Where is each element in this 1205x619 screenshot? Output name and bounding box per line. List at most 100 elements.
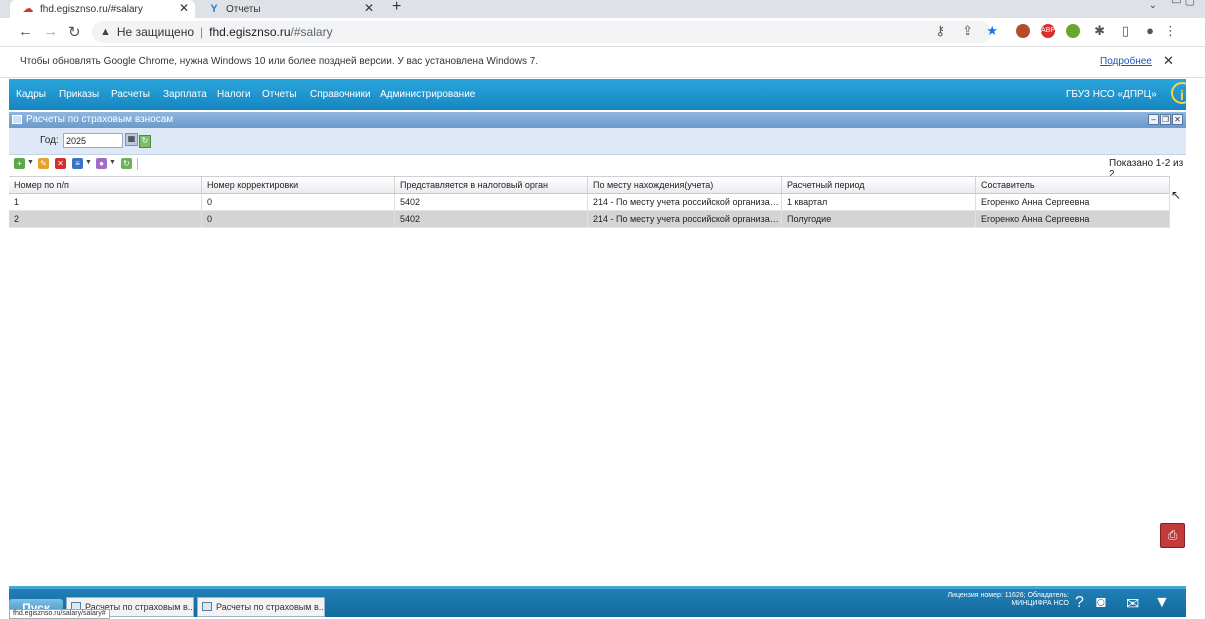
cell-number: 1 (9, 194, 202, 210)
app-menu-bar: Кадры Приказы Расчеты Зарплата Налоги От… (9, 79, 1193, 110)
menu-item-administration[interactable]: Администрирование (380, 89, 475, 100)
chevron-down-icon[interactable]: ▼ (27, 159, 34, 166)
cell-period: Полугодие (782, 211, 976, 227)
column-header[interactable]: По месту нахождения(учета) (588, 177, 782, 193)
print-icon[interactable]: ≡ (72, 158, 83, 169)
panel-header: Расчеты по страховым взносам – ❐ ✕ (9, 112, 1186, 128)
key-icon[interactable]: ⚷ (935, 23, 945, 39)
cell-author: Егоренко Анна Сергеевна (976, 194, 1170, 210)
window-icon (12, 115, 22, 124)
refresh-icon[interactable]: ↻ (121, 158, 132, 169)
window-icon (202, 602, 212, 611)
menu-item-reports[interactable]: Отчеты (262, 89, 297, 100)
delete-icon[interactable]: ✕ (55, 158, 66, 169)
column-header[interactable]: Расчетный период (782, 177, 976, 193)
restore-icon[interactable]: ❐ (1160, 114, 1171, 125)
cell-location: 214 - По месту учета российской организа… (588, 211, 782, 227)
menu-item-taxes[interactable]: Налоги (217, 89, 251, 100)
extension-icon[interactable] (1016, 24, 1030, 38)
grid-header: Номер по п/п Номер корректировки Предста… (9, 176, 1170, 194)
update-infobar: Чтобы обновлять Google Chrome, нужна Win… (0, 47, 1205, 78)
infobar-more-link[interactable]: Подробнее (1100, 56, 1152, 67)
tab-reports[interactable]: Y Отчеты ✕ (200, 0, 380, 18)
menu-item-hr[interactable]: Кадры (16, 89, 46, 100)
panel-title: Расчеты по страховым взносам (26, 114, 174, 125)
taskbar-window-label: Расчеты по страховым в... (216, 602, 325, 612)
contributions-grid: Номер по п/п Номер корректировки Предста… (9, 176, 1170, 228)
reload-icon[interactable]: ↻ (68, 23, 81, 41)
extension-icon[interactable] (1066, 24, 1080, 38)
page-scroll-gutter (1186, 79, 1205, 617)
kebab-menu-icon[interactable]: ⋮ (1164, 23, 1177, 39)
year-input[interactable]: 2025 (63, 133, 123, 148)
table-row[interactable]: 1 0 5402 214 - По месту учета российской… (9, 194, 1170, 211)
tab-title: Отчеты (226, 3, 261, 15)
calendar-icon[interactable]: ▦ (125, 133, 138, 146)
taskbar-window[interactable]: Расчеты по страховым в... (197, 597, 325, 617)
puzzle-icon[interactable]: ✱ (1094, 23, 1105, 39)
abp-icon[interactable]: ABP (1041, 24, 1055, 38)
url-field[interactable]: ▲ Не защищено | fhd.egisznso.ru /#salary (92, 21, 992, 43)
cell-number: 2 (9, 211, 202, 227)
column-header[interactable]: Составитель (976, 177, 1170, 193)
profile-icon[interactable]: ● (1146, 23, 1154, 38)
mail-icon[interactable]: ✉ (1126, 594, 1139, 614)
window-controls[interactable]: ▭ ▢ (1171, 0, 1195, 7)
url-path: /#salary (290, 25, 333, 39)
security-status: Не защищено (116, 25, 195, 39)
filter-bar: Год: 2025 ▦ ↻ (9, 128, 1186, 155)
add-icon[interactable]: + (14, 158, 25, 169)
edit-icon[interactable]: ✎ (38, 158, 49, 169)
cell-correction: 0 (202, 211, 395, 227)
cell-tax-authority: 5402 (395, 211, 588, 227)
license-info: Лицензия номер: 11626; Обладатель: МИНЦИ… (947, 592, 1069, 607)
tab-title: fhd.egisznso.ru/#salary (40, 3, 143, 15)
menu-item-salary[interactable]: Зарплата (163, 89, 207, 100)
infobar-message: Чтобы обновлять Google Chrome, нужна Win… (20, 56, 539, 67)
cell-correction: 0 (202, 194, 395, 210)
cell-location: 214 - По месту учета российской организа… (588, 194, 782, 210)
status-url: fhd.egisznso.ru/salary/salary# (9, 609, 110, 619)
forward-arrow-icon[interactable]: → (43, 23, 58, 40)
chevron-down-icon[interactable]: ▼ (109, 159, 116, 166)
help-icon[interactable]: ? (1075, 594, 1084, 612)
apply-filter-icon[interactable]: ↻ (139, 135, 151, 148)
menu-item-calculations[interactable]: Расчеты (111, 89, 150, 100)
cell-tax-authority: 5402 (395, 194, 588, 210)
menu-item-directories[interactable]: Справочники (310, 89, 371, 100)
column-header[interactable]: Номер корректировки (202, 177, 395, 193)
close-icon[interactable]: ✕ (1172, 114, 1183, 125)
year-label: Год: (40, 135, 59, 146)
actions-icon[interactable]: ● (96, 158, 107, 169)
bookmark-star-icon[interactable]: ★ (986, 23, 998, 39)
new-tab-button[interactable]: + (392, 0, 401, 16)
cell-author: Егоренко Анна Сергеевна (976, 211, 1170, 227)
sidepanel-icon[interactable]: ▯ (1122, 23, 1129, 39)
column-header[interactable]: Представляется в налоговый орган (395, 177, 588, 193)
minimize-icon[interactable]: – (1148, 114, 1159, 125)
close-tab-icon[interactable]: ✕ (364, 1, 374, 15)
browser-address-bar: ← → ↻ ▲ Не защищено | fhd.egisznso.ru /#… (0, 18, 1205, 47)
chevron-down-icon[interactable]: ▼ (1154, 594, 1170, 612)
menu-item-orders[interactable]: Приказы (59, 89, 99, 100)
app-taskbar: Пуск Расчеты по страховым в... Расчеты п… (9, 589, 1186, 617)
warning-icon: ▲ (100, 26, 111, 38)
remote-helper-icon[interactable]: ⎙ (1160, 523, 1185, 548)
chevron-down-icon[interactable]: ▼ (85, 159, 92, 166)
camera-icon[interactable]: ◙ (1096, 594, 1106, 612)
cell-period: 1 квартал (782, 194, 976, 210)
url-host: fhd.egisznso.ru (209, 25, 291, 39)
close-icon[interactable]: ✕ (1163, 53, 1174, 69)
column-header[interactable]: Номер по п/п (9, 177, 202, 193)
yandex-icon: Y (210, 3, 218, 15)
organization-name: ГБУЗ НСО «ДПРЦ» (1066, 89, 1157, 100)
toolbar-divider (137, 158, 138, 170)
chevron-down-icon[interactable]: ⌄ (1149, 0, 1157, 11)
close-tab-icon[interactable]: ✕ (179, 1, 189, 15)
tab-salary[interactable]: ☁ fhd.egisznso.ru/#salary ✕ (10, 0, 195, 18)
grid-toolbar: + ▼ ✎ ✕ ≡ ▼ ● ▼ ↻ Показано 1-2 из 2 (9, 155, 1186, 180)
table-row-selected[interactable]: 2 0 5402 214 - По месту учета российской… (9, 211, 1170, 228)
divider: | (200, 25, 204, 39)
share-icon[interactable]: ⇪ (962, 23, 973, 39)
back-arrow-icon[interactable]: ← (18, 23, 33, 40)
